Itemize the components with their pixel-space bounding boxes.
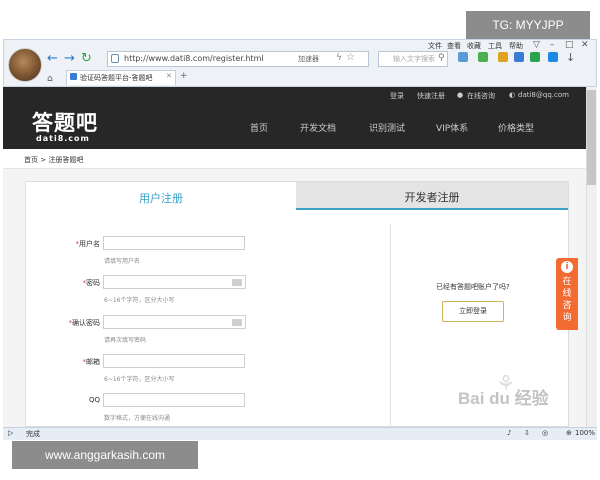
nav-recognition-test[interactable]: 识别测试 [369,121,405,134]
home-icon[interactable]: ⌂ [47,72,53,86]
search-placeholder: 输入文字搜索 [393,55,435,63]
refresh-icon[interactable]: ↻ [81,52,92,66]
divider [390,224,391,427]
username-label: *用户名 [75,240,101,248]
password-hint: 6~16个字符，区分大小写 [104,297,175,304]
status-icon: ▷ [8,429,14,437]
download-icon[interactable]: ↓ [566,51,575,64]
quick-register-link[interactable]: 快速注册 [417,91,445,101]
user-icon: ● [457,91,464,99]
tab-close-icon[interactable]: ✕ [166,72,172,80]
qq-field[interactable] [103,393,245,407]
username-hint: 请填写用户名 [104,258,141,265]
volume-icon[interactable]: ♪ [507,429,511,437]
maximize-icon[interactable]: □ [565,40,574,50]
back-arrow-icon[interactable]: ← [47,52,58,66]
tab-developer-register-label: 开发者注册 [404,191,460,204]
baidu-watermark: Bai du 经验 [458,389,549,408]
status-text: 完成 [26,430,40,438]
tab-title: 验证码答题平台-答题吧 [80,74,153,82]
shield-icon[interactable]: ◎ [542,429,548,437]
tab-user-register-label: 用户注册 [139,192,183,205]
login-link[interactable]: 登录 [390,91,404,101]
page-icon [111,54,119,63]
zoom-icon[interactable]: ⊕ [566,429,572,437]
extension-icon[interactable] [478,52,488,62]
chat-icon: i [561,261,573,273]
qq-hint: 数字格式，方便在线沟通 [104,415,171,422]
nav-home[interactable]: 首页 [250,121,268,134]
confirm-password-hint: 请再次填写密码 [104,337,147,344]
email-hint: 6~16个字符，区分大小写 [104,376,175,383]
tab-favicon [70,73,77,80]
menu-view[interactable]: 查看 [447,41,461,51]
password-field[interactable] [103,275,246,289]
zoom-level[interactable]: 100% [575,429,595,437]
menu-tools[interactable]: 工具 [488,41,502,51]
qq-label: QQ [88,396,100,404]
email-field[interactable] [103,354,245,368]
nav-vip[interactable]: VIP体系 [436,121,468,134]
user-avatar[interactable] [8,48,42,82]
keyboard-icon[interactable] [232,279,242,286]
address-extension-label[interactable]: 加速器 [298,54,319,64]
extension-icon[interactable] [548,52,558,62]
lightning-icon[interactable]: ϟ [336,53,342,63]
username-field[interactable] [103,236,245,250]
site-logo-domain: dati8.com [36,134,90,143]
watermark-bottom: www.anggarkasih.com [12,441,198,469]
extension-icon[interactable] [458,52,468,62]
already-have-account-text: 已经有答题吧账户了吗? [436,283,510,291]
keyboard-icon[interactable] [232,319,242,326]
email-link[interactable]: dati8@qq.com [518,91,569,99]
skin-icon[interactable]: ▽ [533,40,540,50]
online-consult-link[interactable]: 在线咨询 [467,91,495,101]
scrollbar-thumb[interactable] [587,90,596,185]
password-label: *密码 [82,279,101,287]
site-logo[interactable]: 答题吧 [32,107,98,137]
qq-icon: ◐ [509,91,516,99]
online-consult-label: 在线咨询 [562,277,572,323]
forward-arrow-icon[interactable]: → [64,52,75,66]
login-now-button[interactable]: 立即登录 [442,301,504,322]
address-url: http://www.dati8.com/register.html [124,54,264,63]
nav-pricing[interactable]: 价格类型 [498,121,534,134]
close-icon[interactable]: ✕ [581,40,589,50]
download-status-icon[interactable]: ⇩ [524,429,530,437]
nav-docs[interactable]: 开发文档 [300,121,336,134]
star-icon[interactable]: ☆ [346,52,355,63]
menu-help[interactable]: 帮助 [509,41,523,51]
watermark-top: TG: MYYJPP [466,11,590,39]
search-icon[interactable]: ⚲ [438,53,445,63]
extension-icon[interactable] [514,52,524,62]
confirm-password-field[interactable] [103,315,246,329]
breadcrumb: 首页 > 注册答题吧 [24,156,84,164]
extension-icon[interactable] [530,52,540,62]
extension-icon[interactable] [498,52,508,62]
new-tab-button[interactable]: + [180,71,188,81]
menu-file[interactable]: 文件 [428,41,442,51]
email-label: *邮箱 [82,358,101,366]
confirm-password-label: *确认密码 [68,319,101,327]
minimize-icon[interactable]: – [550,40,555,50]
menu-favorites[interactable]: 收藏 [467,41,481,51]
